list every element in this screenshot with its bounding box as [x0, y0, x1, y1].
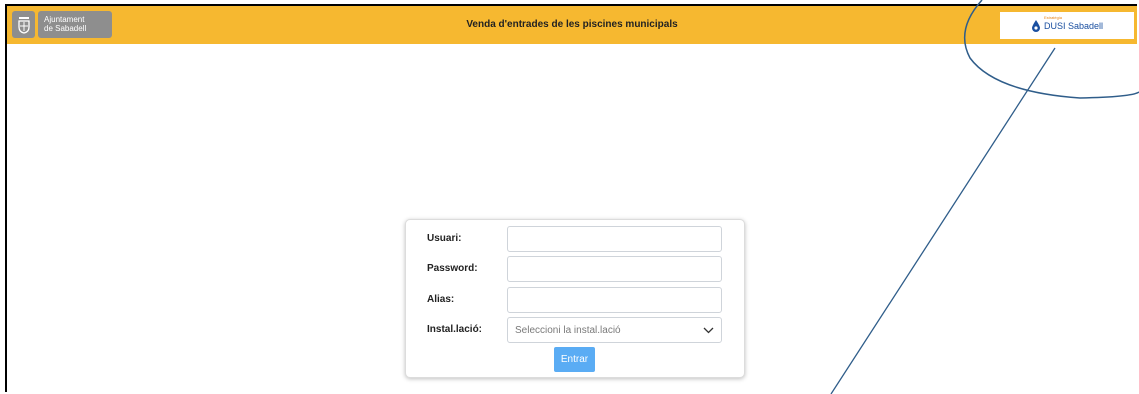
- alias-row: Alias:: [406, 287, 746, 313]
- top-bar: Ajuntament de Sabadell Venda d'entrades …: [7, 6, 1137, 44]
- dusi-logo[interactable]: Estratègia DUSI Sabadell: [1000, 12, 1134, 39]
- drop-icon: [1031, 19, 1040, 32]
- brand-small-text: Estratègia: [1043, 14, 1062, 20]
- installation-placeholder: Seleccioni la instal.lació: [515, 324, 621, 336]
- alias-label: Alias:: [427, 294, 455, 305]
- login-form: Usuari: Password: Alias: Instal.lació: S…: [405, 219, 745, 378]
- password-input[interactable]: [507, 256, 722, 282]
- brand-text: Estratègia DUSI Sabadell: [1043, 15, 1104, 31]
- user-input[interactable]: [507, 226, 722, 252]
- chevron-down-icon: [703, 327, 714, 333]
- password-label: Password:: [427, 263, 478, 274]
- user-row: Usuari:: [406, 226, 746, 252]
- password-row: Password:: [406, 256, 746, 282]
- installation-select[interactable]: Seleccioni la instal.lació: [507, 317, 722, 343]
- alias-input[interactable]: [507, 287, 722, 313]
- installation-label: Instal.lació:: [427, 324, 483, 335]
- user-label: Usuari:: [427, 233, 462, 244]
- page-title: Venda d'entrades de les piscines municip…: [466, 19, 678, 30]
- submit-button[interactable]: Entrar: [554, 347, 595, 372]
- installation-row: Instal.lació: Seleccioni la instal.lació: [406, 317, 746, 343]
- brand-name: DUSI Sabadell: [1043, 20, 1104, 31]
